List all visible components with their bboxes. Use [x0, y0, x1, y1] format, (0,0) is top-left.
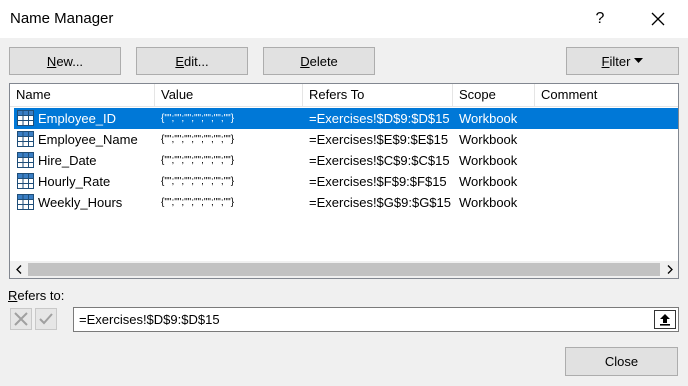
table-row[interactable]: Hourly_Rate {"";"";"";"";"";"";""} =Exerci… [10, 171, 678, 192]
value-cell: {"";"";"";"";"";"";""} [161, 197, 235, 208]
named-range-table-icon [17, 131, 34, 147]
names-list[interactable]: Name Value Refers To Scope Comment Emplo… [9, 83, 679, 279]
dropdown-arrow-icon [634, 58, 644, 63]
scope-cell: Workbook [459, 195, 518, 210]
edit-button[interactable]: Edit... [136, 47, 248, 75]
filter-mnemonic: F [601, 53, 610, 69]
edit-label-rest: dit... [184, 53, 209, 69]
column-header-name[interactable]: Name [10, 84, 155, 106]
name-cell: Hourly_Rate [14, 171, 154, 192]
column-header-refers-to[interactable]: Refers To [303, 84, 453, 106]
collapse-dialog-icon [660, 314, 670, 326]
filter-button[interactable]: Filter [566, 47, 679, 75]
refers-to-cell: =Exercises!$D$9:$D$15 [309, 111, 450, 126]
named-range-table-icon [17, 152, 34, 168]
refers-to-input[interactable]: =Exercises!$D$9:$D$15 [73, 307, 679, 332]
table-row[interactable]: Hire_Date {"";"";"";"";"";"";""} =Exercise… [10, 150, 678, 171]
filter-label-rest: ilter [609, 53, 631, 69]
edit-mnemonic: E [175, 53, 185, 69]
collapse-dialog-button[interactable] [654, 310, 676, 329]
scope-cell: Workbook [459, 153, 518, 168]
scrollbar-thumb[interactable] [28, 263, 660, 276]
row-details: {"";"";"";"";"";"";""} =Exercises!$E$9:$E… [154, 129, 678, 150]
close-button[interactable]: Close [565, 347, 678, 376]
list-header: Name Value Refers To Scope Comment [10, 84, 678, 107]
cancel-edit-button[interactable] [10, 308, 32, 330]
value-cell: {"";"";"";"";"";"";""} [161, 113, 235, 124]
named-range-table-icon [17, 194, 34, 210]
window-close-button[interactable] [636, 4, 680, 34]
column-header-scope[interactable]: Scope [453, 84, 535, 106]
name-cell: Employee_Name [14, 129, 154, 150]
scope-cell: Workbook [459, 111, 518, 126]
scroll-right-button[interactable] [661, 261, 678, 278]
refers-to-cell: =Exercises!$G$9:$G$15 [309, 195, 451, 210]
name-text: Weekly_Hours [38, 195, 123, 210]
row-details: {"";"";"";"";"";"";""} =Exercises!$D$9:$D… [154, 108, 678, 129]
chevron-right-icon [667, 265, 673, 274]
refers-to-cell: =Exercises!$E$9:$E$15 [309, 132, 449, 147]
name-cell: Hire_Date [14, 150, 154, 171]
title-bar: Name Manager ? [0, 0, 688, 38]
window-title: Name Manager [10, 10, 114, 27]
name-text: Hire_Date [38, 153, 97, 168]
scope-cell: Workbook [459, 132, 518, 147]
refers-to-cell: =Exercises!$F$9:$F$15 [309, 174, 447, 189]
name-text: Employee_ID [38, 111, 117, 126]
refers-to-label: Refers to: [8, 288, 64, 303]
scroll-left-button[interactable] [10, 261, 27, 278]
value-cell: {"";"";"";"";"";"";""} [161, 176, 235, 187]
refers-to-cell: =Exercises!$C$9:$C$15 [309, 153, 450, 168]
name-cell: Weekly_Hours [14, 192, 154, 213]
named-range-table-icon [17, 110, 34, 126]
confirm-check-icon [39, 313, 53, 325]
column-header-comment[interactable]: Comment [535, 84, 678, 106]
new-button[interactable]: New... [9, 47, 121, 75]
row-details: {"";"";"";"";"";"";""} =Exercises!$G$9:$G… [154, 192, 678, 213]
table-row[interactable]: Employee_Name {"";"";"";"";"";"";""} =Exer… [10, 129, 678, 150]
new-label-rest: ew... [56, 53, 84, 69]
confirm-edit-button[interactable] [35, 308, 57, 330]
column-header-value[interactable]: Value [155, 84, 303, 106]
scope-cell: Workbook [459, 174, 518, 189]
table-row[interactable]: Employee_ID {"";"";"";"";"";"";""} =Exerci… [10, 108, 678, 129]
name-cell: Employee_ID [14, 108, 154, 129]
close-icon [651, 12, 665, 26]
help-button[interactable]: ? [578, 4, 622, 34]
refers-to-value: =Exercises!$D$9:$D$15 [79, 312, 220, 327]
value-cell: {"";"";"";"";"";"";""} [161, 155, 235, 166]
horizontal-scrollbar[interactable] [10, 261, 678, 278]
delete-label-rest: elete [309, 53, 338, 69]
refers-label-rest: efers to: [17, 288, 65, 303]
new-mnemonic: N [46, 53, 57, 69]
cancel-x-icon [14, 312, 28, 326]
row-details: {"";"";"";"";"";"";""} =Exercises!$F$9:$F… [154, 171, 678, 192]
refers-mnemonic: R [8, 288, 18, 303]
chevron-left-icon [15, 265, 21, 274]
value-cell: {"";"";"";"";"";"";""} [161, 134, 235, 145]
name-text: Employee_Name [38, 132, 138, 147]
table-row[interactable]: Weekly_Hours {"";"";"";"";"";"";""} =Exerc… [10, 192, 678, 213]
row-details: {"";"";"";"";"";"";""} =Exercises!$C$9:$C… [154, 150, 678, 171]
delete-button[interactable]: Delete [263, 47, 375, 75]
delete-mnemonic: D [300, 53, 310, 69]
named-range-table-icon [17, 173, 34, 189]
name-text: Hourly_Rate [38, 174, 111, 189]
